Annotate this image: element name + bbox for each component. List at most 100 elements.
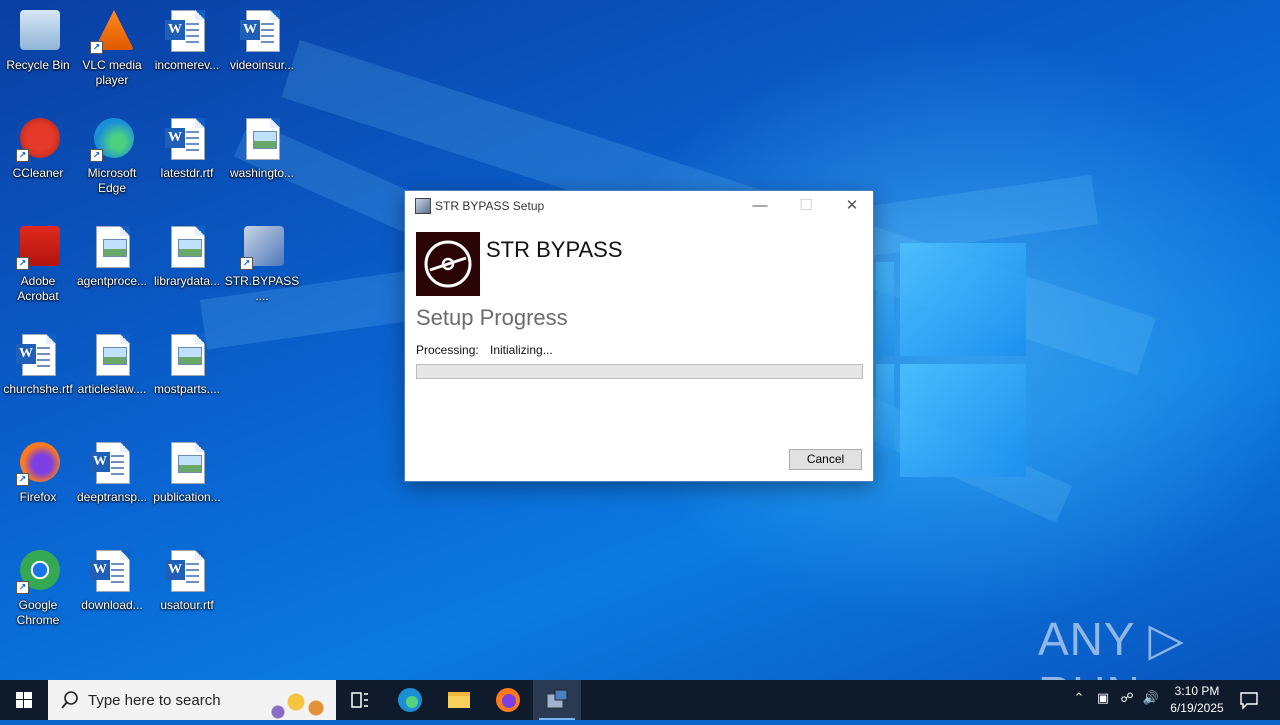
word-doc-icon: W [163, 548, 211, 596]
desktop-icon-label: agentproce... [76, 274, 148, 288]
recycle-bin-icon [14, 8, 62, 56]
desktop-icon[interactable]: publication... [149, 434, 225, 505]
desktop-icon[interactable]: mostparts.... [149, 326, 225, 397]
close-button[interactable]: ✕ [829, 191, 875, 221]
desktop-icon[interactable]: Wdeeptransp... [74, 434, 150, 505]
desktop-icon-label: publication... [153, 490, 221, 504]
image-file-icon [238, 116, 286, 164]
taskbar: Type here to search ⌃ ▣ ☍ 🔊 3:10 PM 6/19… [0, 680, 1280, 720]
desktop-icon[interactable]: ↗ CCleaner [0, 110, 76, 181]
desktop-icon[interactable]: ↗ VLC media player [74, 2, 150, 88]
ccleaner-icon: ↗ [14, 116, 62, 164]
notification-icon [1240, 692, 1258, 710]
processing-status: Initializing... [490, 343, 553, 357]
firefox-icon [496, 688, 520, 712]
desktop-icon[interactable]: librarydata... [149, 218, 225, 289]
clock[interactable]: 3:10 PM 6/19/2025 [1160, 683, 1234, 717]
windows-logo-icon [16, 692, 32, 708]
desktop-icon-label: Google Chrome [16, 598, 60, 627]
image-file-icon [163, 224, 211, 272]
word-doc-icon: W [88, 548, 136, 596]
desktop-icon[interactable]: Wchurchshe.rtf [0, 326, 76, 397]
minimize-button[interactable]: — [737, 191, 783, 221]
desktop-icon[interactable]: ↗ Firefox [0, 434, 76, 505]
dialog-titlebar[interactable]: STR BYPASS Setup — ☐ ✕ [405, 191, 873, 221]
taskbar-str-bypass-setup[interactable] [533, 680, 581, 720]
installer-icon [415, 198, 431, 214]
desktop-icon[interactable]: ↗ Google Chrome [0, 542, 76, 628]
shortcut-arrow-icon: ↗ [90, 149, 103, 162]
network-status-icon[interactable]: ▣ [1094, 690, 1112, 710]
shortcut-arrow-icon: ↗ [16, 473, 29, 486]
taskbar-edge[interactable] [386, 680, 434, 720]
taskbar-file-explorer[interactable] [435, 680, 483, 720]
desktop-icon[interactable]: articleslaw.... [74, 326, 150, 397]
image-file-icon [163, 332, 211, 380]
acrobat-icon: ↗ [14, 224, 62, 272]
close-icon: ✕ [845, 197, 859, 214]
processing-label: Processing: [416, 343, 479, 357]
desktop-icon[interactable]: Wlatestdr.rtf [149, 110, 225, 181]
clock-time: 3:10 PM [1174, 684, 1220, 698]
dialog-title: STR BYPASS Setup [435, 199, 545, 213]
disc-logo-icon [416, 232, 480, 296]
shortcut-arrow-icon: ↗ [240, 257, 253, 270]
desktop-icon[interactable]: ↗ Microsoft Edge [74, 110, 150, 196]
desktop-icon-label: mostparts.... [153, 382, 221, 396]
desktop-icon-label: STR.BYPASS.... [224, 274, 300, 303]
shortcut-arrow-icon: ↗ [16, 581, 29, 594]
desktop-icon-label: articleslaw.... [77, 382, 147, 396]
banner-title: STR BYPASS [486, 237, 623, 262]
word-doc-icon: W [163, 116, 211, 164]
desktop-icon[interactable]: agentproce... [74, 218, 150, 289]
network-icon[interactable]: ☍ [1118, 690, 1136, 710]
desktop-icon[interactable]: washingto... [224, 110, 300, 181]
task-view-button[interactable] [336, 680, 384, 720]
installer-icon: ↗ [238, 224, 286, 272]
desktop-icon[interactable]: ↗ STR.BYPASS.... [224, 218, 300, 304]
shortcut-arrow-icon: ↗ [16, 149, 29, 162]
notifications-button[interactable] [1238, 690, 1260, 710]
desktop-icon-label: VLC media player [82, 58, 142, 87]
desktop-icon-label: CCleaner [12, 166, 64, 180]
search-box[interactable]: Type here to search [48, 680, 336, 720]
image-file-icon [88, 332, 136, 380]
desktop-icon-label: incomerev... [154, 58, 220, 72]
task-view-icon [351, 692, 368, 708]
desktop-icon-label: churchshe.rtf [3, 382, 73, 396]
cancel-button[interactable]: Cancel [789, 449, 862, 470]
desktop-icon[interactable]: Wvideoinsur... [224, 2, 300, 73]
desktop-icon-label: Firefox [19, 490, 57, 504]
desktop-icon-label: download... [81, 598, 143, 612]
image-file-icon [163, 440, 211, 488]
taskbar-firefox[interactable] [484, 680, 532, 720]
installer-icon [546, 689, 568, 709]
chevron-up-icon[interactable]: ⌃ [1070, 690, 1088, 710]
desktop-icon[interactable]: Wusatour.rtf [149, 542, 225, 613]
search-placeholder: Type here to search [88, 692, 221, 709]
chrome-icon: ↗ [14, 548, 62, 596]
word-doc-icon: W [14, 332, 62, 380]
word-doc-icon: W [163, 8, 211, 56]
vlc-icon: ↗ [88, 8, 136, 56]
desktop-icon-label: Recycle Bin [6, 58, 70, 72]
desktop-icon[interactable]: Wdownload... [74, 542, 150, 613]
desktop-icon[interactable]: ↗ Adobe Acrobat [0, 218, 76, 304]
word-doc-icon: W [238, 8, 286, 56]
shortcut-arrow-icon: ↗ [16, 257, 29, 270]
search-highlight-flowers [256, 680, 336, 720]
start-button[interactable] [0, 680, 48, 720]
desktop-icon-label: usatour.rtf [160, 598, 214, 612]
volume-icon[interactable]: 🔊 [1142, 690, 1160, 710]
file-explorer-icon [448, 692, 470, 708]
setup-dialog: STR BYPASS Setup — ☐ ✕ STR BYPASS Setup … [404, 190, 874, 482]
progress-heading: Setup Progress [416, 305, 568, 330]
desktop-icon[interactable]: Wincomerev... [149, 2, 225, 73]
desktop-icon-label: deeptransp... [76, 490, 148, 504]
firefox-icon: ↗ [14, 440, 62, 488]
search-icon [61, 691, 78, 709]
maximize-button[interactable]: ☐ [783, 191, 829, 221]
desktop-icon[interactable]: Recycle Bin [0, 2, 76, 73]
edge-icon: ↗ [88, 116, 136, 164]
edge-icon [398, 688, 422, 712]
